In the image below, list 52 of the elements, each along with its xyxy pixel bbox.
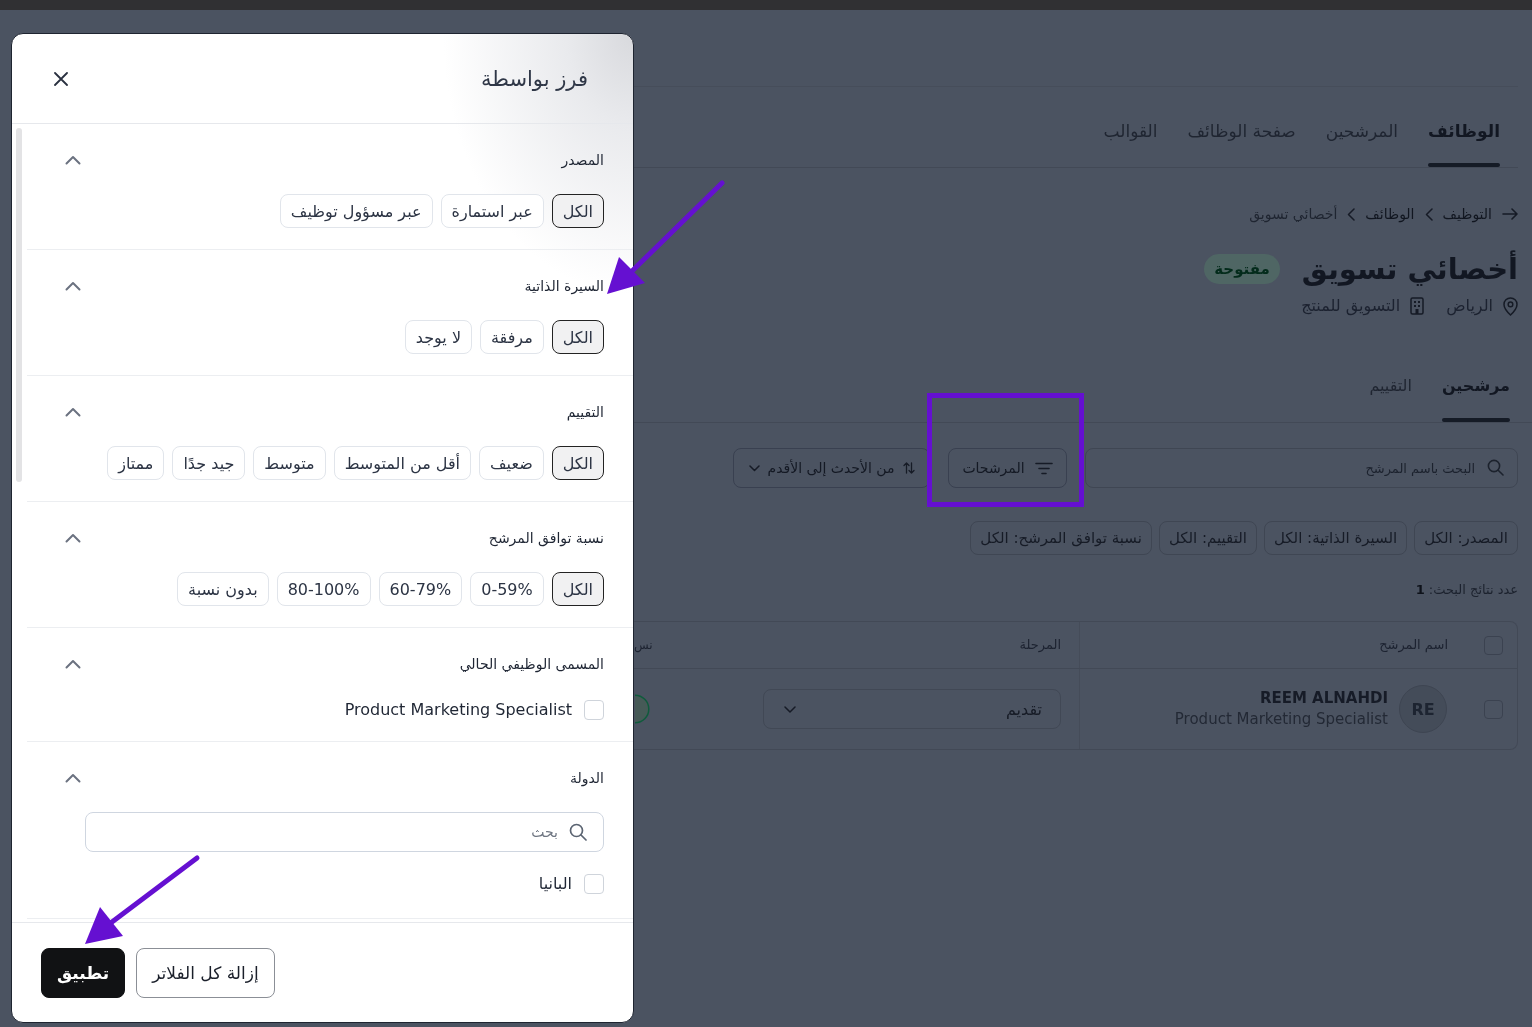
checkbox[interactable]: [584, 700, 604, 720]
section-label: السيرة الذاتية: [524, 277, 604, 297]
option-chip[interactable]: مرفقة: [480, 320, 544, 354]
chevron-down-icon: [748, 464, 760, 472]
section-label: المسمى الوظيفي الحالي: [459, 655, 604, 675]
option-chip[interactable]: لا يوجد: [404, 320, 472, 354]
option-chip[interactable]: الكل: [551, 446, 604, 480]
chevron-up-icon[interactable]: [65, 155, 81, 165]
job-title: أخصائي تسويق: [1301, 249, 1518, 288]
search-icon: [1487, 459, 1504, 476]
chevron-up-icon[interactable]: [65, 533, 81, 543]
option-chip[interactable]: جيد جدًا: [172, 446, 246, 480]
option-chip[interactable]: متوسط: [253, 446, 326, 480]
close-icon: [54, 71, 68, 86]
option-chip[interactable]: ضعيف: [479, 446, 544, 480]
chevron-down-icon: [784, 705, 796, 713]
chevron-left-icon: [1347, 207, 1356, 221]
dialog-title: فرز بواسطة: [480, 66, 588, 91]
chevron-left-icon: [1424, 207, 1433, 221]
chevron-up-icon[interactable]: [65, 281, 81, 291]
option-chip[interactable]: عبر استمارة: [440, 194, 544, 228]
checkbox-label: Product Marketing Specialist: [344, 700, 572, 720]
option-chip[interactable]: ممتاز: [107, 446, 165, 480]
checkbox-label: البانيا: [538, 874, 572, 894]
option-chip[interactable]: الكل: [551, 194, 604, 228]
clear-filters-button[interactable]: إزالة كل الفلاتر: [136, 947, 275, 998]
option-chip[interactable]: عبر مسؤول توظيف: [279, 194, 433, 228]
country-search-field[interactable]: بحث: [85, 812, 604, 852]
option-chip[interactable]: أقل من المتوسط: [333, 446, 471, 480]
status-ring-icon: [634, 694, 651, 724]
chevron-up-icon[interactable]: [65, 407, 81, 417]
search-icon: [569, 823, 587, 841]
section-label: المصدر: [561, 151, 604, 171]
option-chip[interactable]: بدون نسبة: [177, 572, 269, 606]
filter-icon: [1034, 461, 1053, 475]
option-chip[interactable]: 60-79%: [378, 572, 463, 606]
scrollbar-thumb[interactable]: [16, 128, 22, 482]
apply-button[interactable]: تطبيق: [41, 947, 126, 998]
sort-arrows-icon: [902, 462, 915, 474]
section-label: التقييم: [566, 403, 604, 423]
section-label: الدولة: [569, 769, 604, 789]
building-icon: [1410, 297, 1425, 315]
section-label: نسبة توافق المرشح: [488, 529, 604, 549]
chevron-up-icon[interactable]: [65, 773, 81, 783]
chevron-up-icon[interactable]: [65, 659, 81, 669]
option-chip[interactable]: الكل: [551, 320, 604, 354]
checkbox[interactable]: [584, 874, 604, 894]
option-chip[interactable]: 0-59%: [470, 572, 544, 606]
option-chip[interactable]: 80-100%: [276, 572, 371, 606]
option-chip[interactable]: الكل: [551, 572, 604, 606]
status-badge: مفتوحة: [1204, 254, 1280, 284]
location-pin-icon: [1503, 296, 1518, 316]
